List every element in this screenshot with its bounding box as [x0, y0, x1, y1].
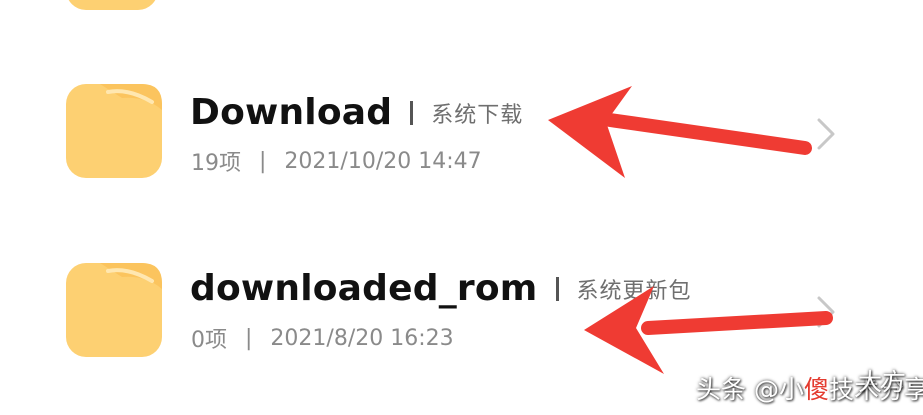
file-list-item-download[interactable]: Download 系统下载 19项 | 2021/10/20 14:47: [0, 0, 923, 230]
folder-icon: [66, 84, 162, 178]
watermark-prefix: 头条 @小: [696, 375, 804, 404]
folder-name: downloaded_rom: [190, 268, 538, 309]
watermark-highlight: 傻: [803, 375, 829, 404]
item-count: 19项: [191, 151, 241, 176]
modified-date: 2021/10/20 14:47: [284, 148, 482, 174]
name-separator: [555, 276, 559, 301]
name-separator: [410, 100, 414, 125]
item-count: 0项: [191, 328, 227, 353]
folder-description: 系统更新包: [576, 278, 692, 304]
watermark-overlay: 大方: [858, 368, 906, 396]
file-list-item-downloaded-rom[interactable]: downloaded_rom 系统更新包 0项 | 2021/8/20 16:2…: [0, 230, 923, 370]
meta-separator: |: [259, 148, 267, 174]
chevron-right-icon: [817, 296, 835, 328]
folder-icon: [66, 263, 162, 357]
modified-date: 2021/8/20 16:23: [270, 325, 454, 351]
chevron-right-icon: [817, 118, 835, 150]
folder-name: Download: [190, 92, 393, 133]
meta-separator: |: [245, 325, 253, 351]
folder-description: 系统下载: [431, 102, 524, 128]
